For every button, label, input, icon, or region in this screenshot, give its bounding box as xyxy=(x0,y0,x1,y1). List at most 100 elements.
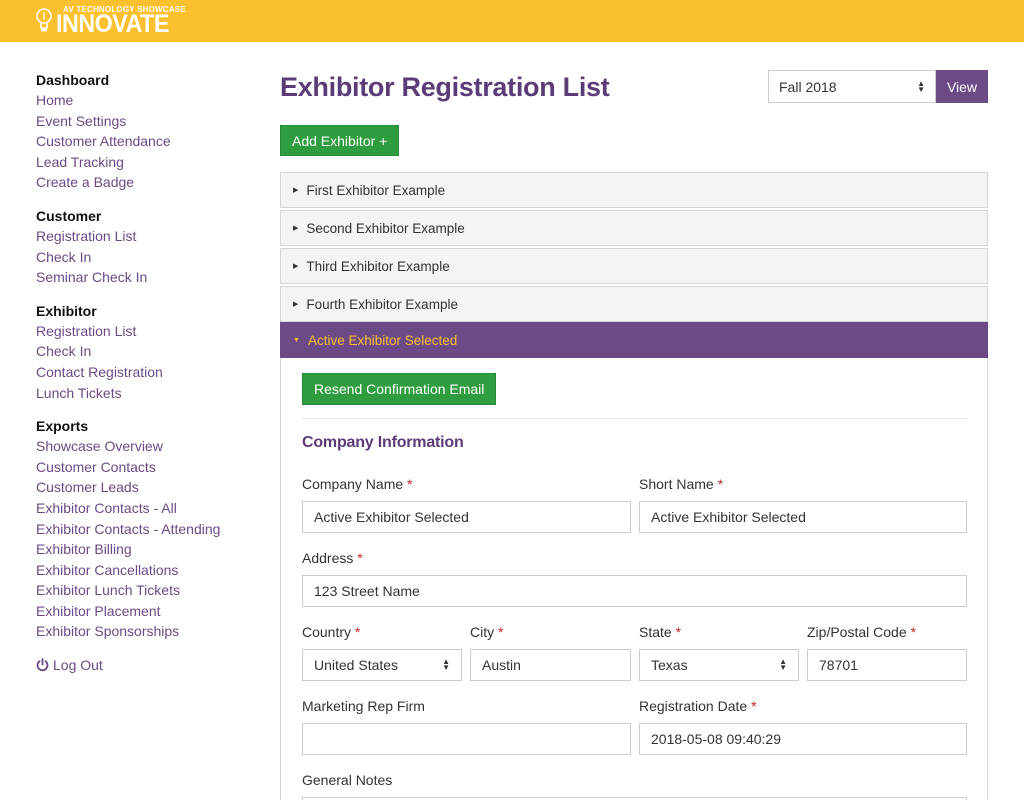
exhibitor-accordion-item[interactable]: ▶ First Exhibitor Example xyxy=(280,172,988,208)
label-text: City xyxy=(470,624,495,640)
sidebar-item-exhibitor-lunch-tickets[interactable]: Exhibitor Lunch Tickets xyxy=(36,580,256,601)
section-title: Company Information xyxy=(302,434,464,451)
sidebar-item-contact-registration[interactable]: Contact Registration xyxy=(36,362,256,383)
address-label: Address * xyxy=(302,550,363,566)
logout-label: Log Out xyxy=(53,657,103,674)
caret-right-icon: ▶ xyxy=(293,225,299,232)
state-label: State * xyxy=(639,624,681,640)
required-mark: * xyxy=(717,476,724,492)
sidebar-item-home[interactable]: Home xyxy=(36,90,256,111)
label-text: General Notes xyxy=(302,772,393,788)
required-mark: * xyxy=(354,624,361,640)
sidebar-item-customer-check-in[interactable]: Check In xyxy=(36,247,256,268)
add-exhibitor-button[interactable]: Add Exhibitor + xyxy=(280,125,400,156)
zip-input[interactable]: 78701 xyxy=(807,649,967,681)
page-title: Exhibitor Registration List xyxy=(280,72,610,102)
sidebar-item-exhibitor-billing[interactable]: Exhibitor Billing xyxy=(36,539,256,560)
sidebar-item-lead-tracking[interactable]: Lead Tracking xyxy=(36,152,256,173)
lightbulb-icon xyxy=(36,8,52,32)
exhibitor-accordion-item[interactable]: ▶ Fourth Exhibitor Example xyxy=(280,286,988,322)
exhibitor-name: First Exhibitor Example xyxy=(306,182,446,198)
select-value: United States xyxy=(314,657,399,673)
sidebar-item-lunch-tickets[interactable]: Lunch Tickets xyxy=(36,383,256,404)
sidebar-nav: Dashboard Home Event Settings Customer A… xyxy=(36,70,256,675)
logout-link[interactable]: Log Out xyxy=(36,655,256,675)
label-text: Marketing Rep Firm xyxy=(302,698,425,714)
country-label: Country * xyxy=(302,624,360,640)
label-text: Company Name xyxy=(302,476,404,492)
label-text: State xyxy=(639,624,672,640)
power-icon xyxy=(36,658,49,672)
state-select[interactable]: Texas ▲ ▼ xyxy=(639,649,799,681)
label-text: Address xyxy=(302,550,354,566)
short-name-input[interactable]: Active Exhibitor Selected xyxy=(639,501,967,533)
country-select[interactable]: United States ▲ ▼ xyxy=(302,649,462,681)
short-name-label: Short Name * xyxy=(639,476,723,492)
sidebar-item-customer-contacts[interactable]: Customer Contacts xyxy=(36,457,256,478)
exhibitor-name: Fourth Exhibitor Example xyxy=(306,296,458,312)
sidebar-item-seminar-check-in[interactable]: Seminar Check In xyxy=(36,267,256,288)
registration-date-label: Registration Date * xyxy=(639,698,757,714)
sidebar-heading: Dashboard xyxy=(36,72,110,88)
sidebar-item-exhibitor-cancellations[interactable]: Exhibitor Cancellations xyxy=(36,560,256,581)
sidebar-heading: Customer xyxy=(36,207,102,224)
season-select[interactable]: Fall 2018 ▲ ▼ xyxy=(768,70,936,103)
required-mark: * xyxy=(751,698,757,714)
caret-right-icon: ▶ xyxy=(293,301,299,308)
active-exhibitor-accordion-item[interactable]: ▼ Active Exhibitor Selected xyxy=(280,322,988,358)
sidebar-item-customer-registration-list[interactable]: Registration List xyxy=(36,226,256,247)
label-text: Zip/Postal Code xyxy=(807,624,907,640)
general-notes-label: General Notes xyxy=(302,772,392,788)
sidebar-item-exhibitor-contacts-all[interactable]: Exhibitor Contacts - All xyxy=(36,498,256,519)
exhibitor-accordion-item[interactable]: ▶ Second Exhibitor Example xyxy=(280,210,988,246)
exhibitor-detail-panel: Resend Confirmation Email Company Inform… xyxy=(280,358,988,800)
exhibitor-name: Second Exhibitor Example xyxy=(306,220,465,236)
sidebar-item-event-settings[interactable]: Event Settings xyxy=(36,111,256,132)
sidebar-item-exhibitor-placement[interactable]: Exhibitor Placement xyxy=(36,601,256,622)
registration-date-input[interactable]: 2018-05-08 09:40:29 xyxy=(639,723,967,755)
sidebar-item-customer-leads[interactable]: Customer Leads xyxy=(36,477,256,498)
sidebar-section-dashboard: Dashboard Home Event Settings Customer A… xyxy=(36,70,256,193)
address-input[interactable]: 123 Street Name xyxy=(302,575,967,607)
marketing-rep-input[interactable] xyxy=(302,723,631,755)
main-content: Exhibitor Registration List Fall 2018 ▲ ▼… xyxy=(280,0,988,800)
marketing-rep-label: Marketing Rep Firm xyxy=(302,698,425,714)
resend-confirmation-button[interactable]: Resend Confirmation Email xyxy=(302,373,497,405)
input-value: 2018-05-08 09:40:29 xyxy=(651,731,781,747)
sidebar-section-customer: Customer Registration List Check In Semi… xyxy=(36,206,256,288)
input-value: Active Exhibitor Selected xyxy=(314,509,469,525)
divider xyxy=(302,418,967,419)
city-input[interactable]: Austin xyxy=(470,649,631,681)
sidebar-item-create-badge[interactable]: Create a Badge xyxy=(36,172,256,193)
updown-arrows-icon: ▲ ▼ xyxy=(442,657,450,672)
input-value: Austin xyxy=(482,657,521,673)
company-name-label: Company Name * xyxy=(302,476,413,492)
view-button[interactable]: View xyxy=(936,70,988,103)
required-mark: * xyxy=(407,476,413,492)
input-value: 123 Street Name xyxy=(314,583,420,599)
exhibitor-accordion-item[interactable]: ▶ Third Exhibitor Example xyxy=(280,248,988,284)
season-select-value: Fall 2018 xyxy=(779,78,837,95)
label-text: Country xyxy=(302,624,352,640)
select-value: Texas xyxy=(651,657,688,673)
required-mark: * xyxy=(675,624,682,640)
sidebar-section-exports: Exports Showcase Overview Customer Conta… xyxy=(36,416,256,642)
city-label: City * xyxy=(470,624,503,640)
sidebar-heading: Exports xyxy=(36,418,89,435)
label-text: Registration Date xyxy=(639,698,748,714)
sidebar-item-showcase-overview[interactable]: Showcase Overview xyxy=(36,436,256,457)
updown-arrows-icon: ▲ ▼ xyxy=(917,78,925,94)
sidebar-item-exhibitor-registration-list[interactable]: Registration List xyxy=(36,321,256,342)
sidebar-item-exhibitor-check-in[interactable]: Check In xyxy=(36,341,256,362)
logo-wordmark: INNOVATE xyxy=(56,10,169,38)
sidebar-section-exhibitor: Exhibitor Registration List Check In Con… xyxy=(36,301,256,403)
company-name-input[interactable]: Active Exhibitor Selected xyxy=(302,501,631,533)
caret-right-icon: ▶ xyxy=(293,263,299,270)
sidebar-item-exhibitor-sponsorships[interactable]: Exhibitor Sponsorships xyxy=(36,621,256,642)
updown-arrows-icon: ▲ ▼ xyxy=(779,657,787,672)
sidebar-item-customer-attendance[interactable]: Customer Attendance xyxy=(36,131,256,152)
input-value: 78701 xyxy=(819,657,858,673)
zip-label: Zip/Postal Code * xyxy=(807,624,916,640)
sidebar-item-exhibitor-contacts-attending[interactable]: Exhibitor Contacts - Attending xyxy=(36,519,256,540)
exhibitor-name: Third Exhibitor Example xyxy=(306,258,450,274)
